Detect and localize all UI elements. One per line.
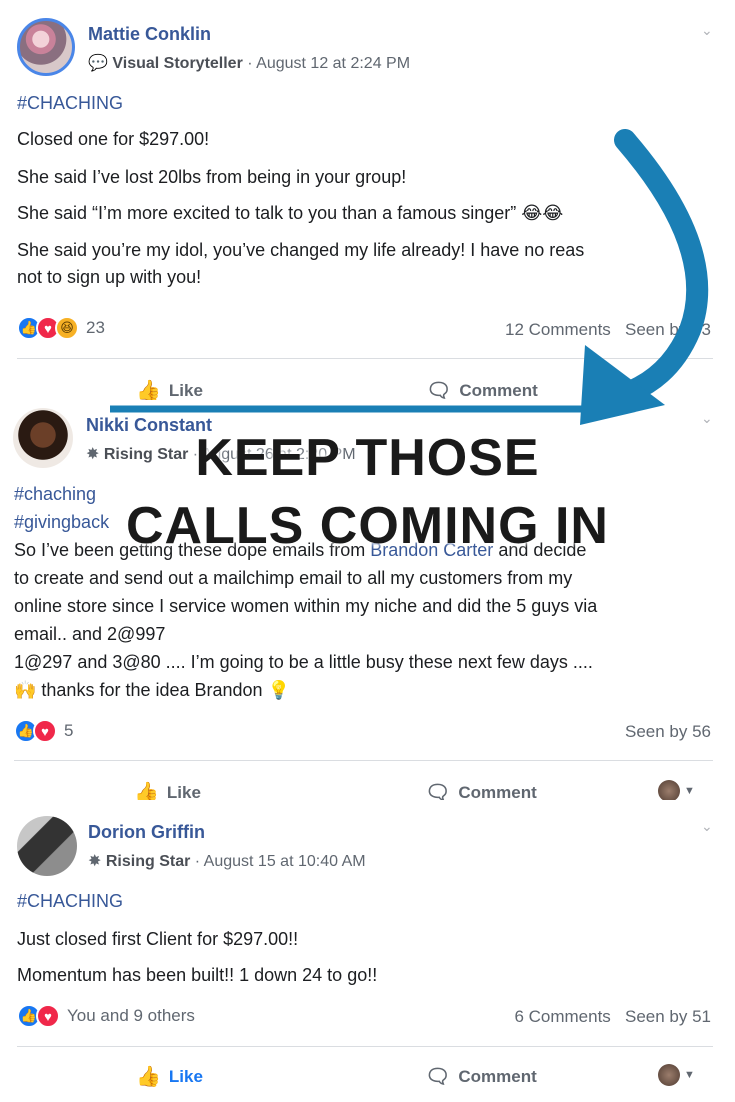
overlay-headline: CALLS COMING IN [126,497,609,555]
arrow-curve [589,129,709,411]
overlay-headline: KEEP THOSE [195,429,540,487]
